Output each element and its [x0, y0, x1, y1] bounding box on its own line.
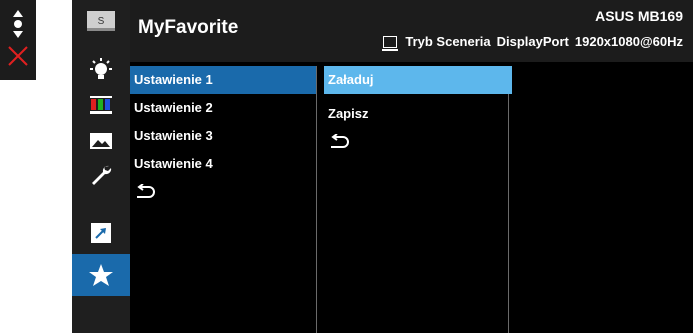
divider: [316, 66, 317, 333]
status-line: Tryb Sceneria DisplayPort 1920x1080@60Hz: [382, 34, 683, 51]
model-name: ASUS MB169: [595, 8, 683, 24]
menu-item-back[interactable]: [324, 134, 512, 162]
sidebar: S: [72, 0, 130, 333]
settings-menu: Ustawienie 1 Ustawienie 2 Ustawienie 3 U…: [130, 66, 316, 212]
menu-item-load[interactable]: Załaduj: [324, 66, 512, 94]
osd-window: S MyFavorite ASUS MB169 Tryb Sceneria Di…: [72, 0, 693, 333]
image-icon: [90, 133, 112, 149]
splendid-logo-icon: S: [86, 10, 116, 32]
back-arrow-icon: [331, 134, 349, 148]
menu-item-setting-4[interactable]: Ustawienie 4: [130, 150, 316, 178]
page-title: MyFavorite: [138, 17, 239, 38]
menu-item-setting-1[interactable]: Ustawienie 1: [130, 66, 316, 94]
menu-item-setting-2[interactable]: Ustawienie 2: [130, 94, 316, 122]
menu-item-save[interactable]: Zapisz: [324, 100, 512, 128]
sidebar-item-myfavorite[interactable]: [72, 254, 130, 296]
menu-item-setting-3[interactable]: Ustawienie 3: [130, 122, 316, 150]
back-arrow-icon: [137, 184, 155, 198]
scenery-mode-icon: [382, 35, 399, 51]
star-icon: [89, 264, 113, 286]
osd-header: MyFavorite ASUS MB169 Tryb Sceneria Disp…: [130, 0, 693, 62]
close-icon[interactable]: [6, 44, 30, 68]
shortcut-icon: [91, 223, 111, 243]
input-source: DisplayPort: [496, 34, 569, 49]
sidebar-item-system-setup[interactable]: [72, 154, 130, 196]
action-menu: Załaduj Zapisz: [324, 66, 512, 162]
wrench-icon: [92, 165, 112, 185]
key-guide: [0, 0, 36, 80]
menu-item-back[interactable]: [130, 178, 316, 212]
nav-up-down-icon[interactable]: [8, 8, 28, 40]
blue-light-filter-icon: [90, 58, 112, 79]
color-bars-icon: [90, 96, 112, 114]
resolution: 1920x1080@60Hz: [574, 34, 683, 49]
svg-text:S: S: [98, 16, 105, 27]
sidebar-item-shortcut[interactable]: [72, 212, 130, 254]
scene-mode: Tryb Sceneria: [405, 34, 491, 49]
